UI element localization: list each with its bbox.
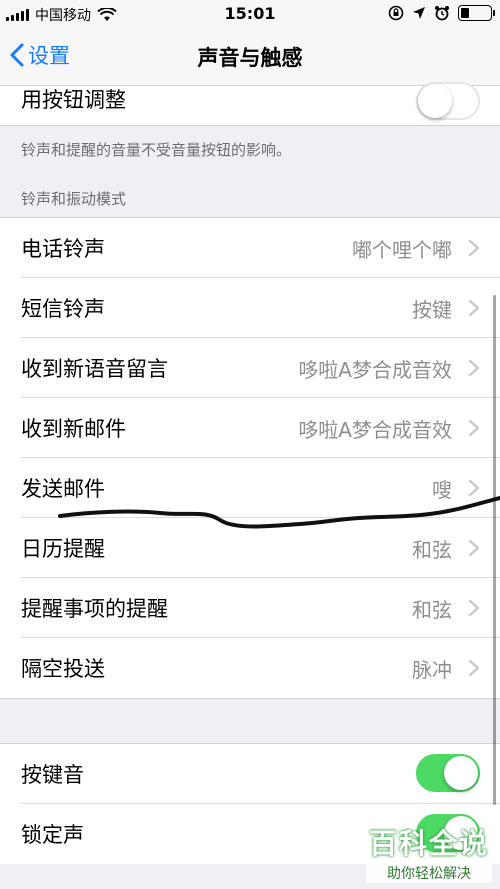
sound-setting-label: 收到新语音留言 <box>21 357 168 381</box>
sound-setting-value: 和弦 <box>412 597 452 622</box>
sound-setting-value: 脉冲 <box>412 657 452 682</box>
feedback-toggle-switch[interactable] <box>416 754 480 792</box>
sound-setting-label: 隔空投送 <box>21 657 105 681</box>
carrier-name: 中国移动 <box>35 8 91 24</box>
scroll-indicator[interactable] <box>493 295 496 805</box>
chevron-right-icon <box>468 419 480 437</box>
sound-setting-value: 嗖 <box>432 477 452 502</box>
chevron-left-icon <box>10 43 24 67</box>
page-title: 声音与触感 <box>197 46 303 70</box>
sound-setting-row[interactable]: 电话铃声 嘟个哩个嘟 <box>0 218 500 278</box>
chevron-right-icon <box>468 299 480 317</box>
toggle-knob <box>418 84 452 118</box>
toggle-knob <box>444 756 478 790</box>
sound-setting-label: 发送邮件 <box>21 477 105 501</box>
watermark-subtitle: 助你轻松解决 <box>366 863 492 883</box>
sound-setting-label: 短信铃声 <box>21 297 105 321</box>
watermark-logo: 百科全说 助你轻松解决 <box>366 822 492 883</box>
sound-setting-label: 电话铃声 <box>21 237 105 261</box>
watermark-title: 百科全说 <box>368 827 489 860</box>
volume-footer-note: 铃声和提醒的音量不受音量按钮的影响。 <box>21 141 292 159</box>
sounds-section-header: 铃声和振动模式 <box>21 190 127 208</box>
chevron-right-icon <box>468 539 480 557</box>
sound-setting-value: 哆啦A梦合成音效 <box>298 417 452 442</box>
sound-setting-value: 和弦 <box>412 537 452 562</box>
battery-icon <box>458 5 495 21</box>
sound-setting-value: 按键 <box>412 297 452 322</box>
wifi-icon <box>97 8 117 21</box>
adjust-with-buttons-row: 用按钮调整 <box>0 82 500 126</box>
feedback-toggle-label: 按键音 <box>21 763 84 787</box>
chevron-right-icon <box>468 479 480 497</box>
chevron-right-icon <box>468 359 480 377</box>
sound-setting-value: 哆啦A梦合成音效 <box>298 357 452 382</box>
status-right <box>388 5 495 21</box>
feedback-toggle-row: 按键音 <box>0 744 500 804</box>
status-left: 中国移动 <box>6 5 117 25</box>
volume-buttons-group: 用按钮调整 <box>0 82 500 126</box>
chevron-right-icon <box>468 599 480 617</box>
alarm-icon <box>435 6 449 21</box>
feedback-toggle-label: 锁定声 <box>21 823 84 847</box>
sounds-list: 电话铃声 嘟个哩个嘟 短信铃声 按键 收到新语音留言 哆啦A梦合成音效 收到新邮件 哆啦A梦合… <box>0 217 500 699</box>
orientation-lock-icon <box>388 5 404 21</box>
back-label: 设置 <box>28 44 70 68</box>
sound-setting-label: 提醒事项的提醒 <box>21 597 168 621</box>
location-icon <box>413 7 425 19</box>
chevron-right-icon <box>468 659 480 677</box>
sound-setting-row[interactable]: 提醒事项的提醒 和弦 <box>0 578 500 638</box>
sound-setting-row[interactable]: 收到新语音留言 哆啦A梦合成音效 <box>0 338 500 398</box>
back-button[interactable]: 设置 <box>10 40 70 70</box>
sound-setting-row[interactable]: 隔空投送 脉冲 <box>0 638 500 698</box>
sound-setting-row[interactable]: 日历提醒 和弦 <box>0 518 500 578</box>
sound-setting-label: 收到新邮件 <box>21 417 126 441</box>
nav-bar: 设置 声音与触感 <box>0 28 500 86</box>
chevron-right-icon <box>468 239 480 257</box>
status-bar: 中国移动 15:01 <box>0 0 500 28</box>
sound-setting-label: 日历提醒 <box>21 537 105 561</box>
sound-setting-row[interactable]: 短信铃声 按键 <box>0 278 500 338</box>
sound-setting-row[interactable]: 收到新邮件 哆啦A梦合成音效 <box>0 398 500 458</box>
adjust-with-buttons-label: 用按钮调整 <box>21 88 126 112</box>
adjust-with-buttons-toggle[interactable] <box>416 82 480 120</box>
sound-setting-row[interactable]: 发送邮件 嗖 <box>0 458 500 518</box>
signal-icon <box>6 9 29 21</box>
sound-setting-value: 嘟个哩个嘟 <box>352 237 452 262</box>
